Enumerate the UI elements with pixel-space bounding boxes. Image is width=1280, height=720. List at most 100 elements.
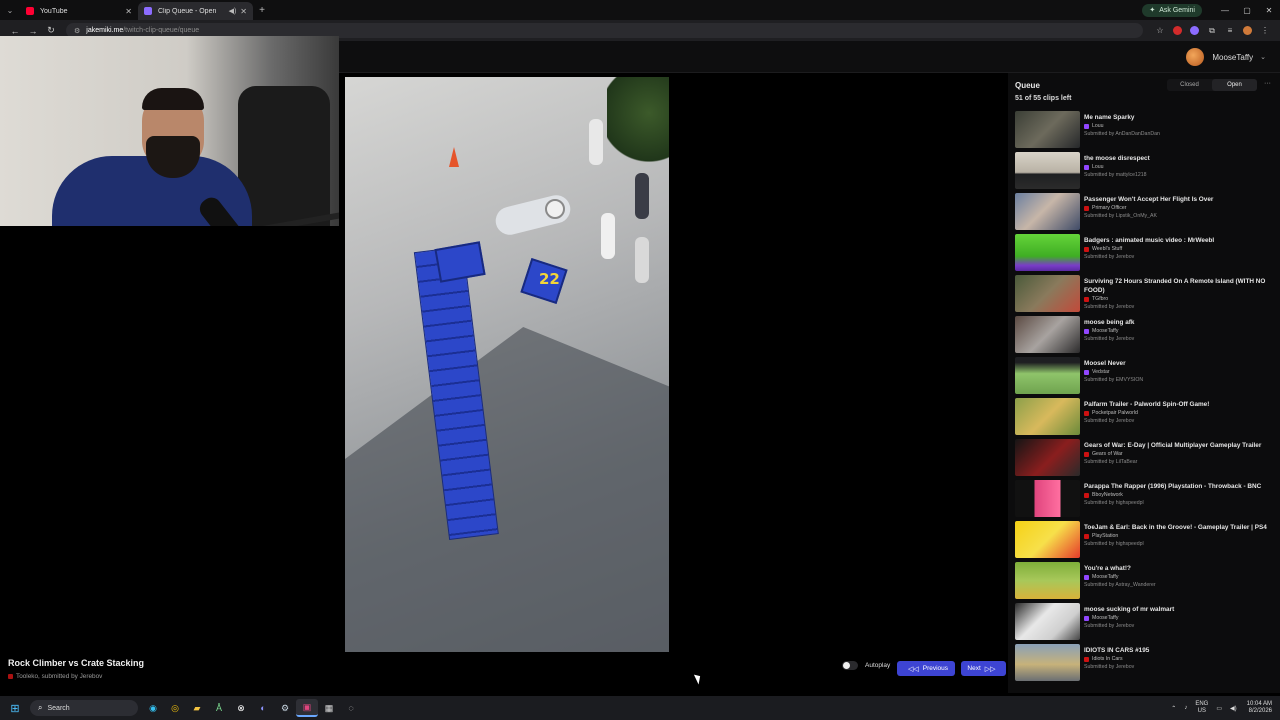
queue-item[interactable]: You're a what!? MooseTaffy Submitted by As…: [1015, 562, 1277, 603]
back-icon[interactable]: ←: [6, 26, 24, 36]
forward-icon[interactable]: →: [24, 26, 42, 36]
queue-item[interactable]: Me name Sparky Louu Submitted by AnDanDanD…: [1015, 111, 1277, 152]
platform-icon: [1084, 164, 1089, 170]
tray-overflow-icon[interactable]: ⌃: [1171, 705, 1176, 712]
media-controls-icon[interactable]: ≡: [1221, 26, 1239, 35]
clip-thumbnail[interactable]: [1015, 316, 1080, 353]
queue-item[interactable]: Moosel Never Vedstar Submitted by EMVYSION: [1015, 357, 1277, 398]
minimize-icon[interactable]: —: [1214, 6, 1236, 15]
queue-item[interactable]: Badgers : animated music video : MrWeebl…: [1015, 234, 1277, 275]
queue-item[interactable]: IDIOTS IN CARS #195 Idiots In Cars Submitt…: [1015, 644, 1277, 685]
clip-thumbnail[interactable]: [1015, 398, 1080, 435]
queue-item-channel: PlayStation: [1092, 533, 1119, 539]
clip-thumbnail[interactable]: [1015, 275, 1080, 312]
clip-title: Rock Climber vs Crate Stacking: [8, 658, 145, 668]
next-button[interactable]: Next ▷▷: [961, 661, 1006, 676]
clip-thumbnail[interactable]: [1015, 439, 1080, 476]
queue-item[interactable]: Parappa The Rapper (1996) Playstation - …: [1015, 480, 1277, 521]
app-a-icon[interactable]: Å: [208, 699, 230, 717]
queue-item-title: Parappa The Rapper (1996) Playstation - …: [1084, 483, 1262, 490]
tab-youtube[interactable]: YouTube ✕: [20, 2, 138, 20]
queue-item-channel: Idiots In Cars: [1092, 656, 1123, 662]
queue-item[interactable]: moose being afk MooseTaffy Submitted by Je…: [1015, 316, 1277, 357]
discord-icon[interactable]: ◐: [252, 699, 274, 717]
platform-icon: [1084, 615, 1089, 621]
network-icon[interactable]: ▭: [1216, 705, 1222, 712]
language-indicator[interactable]: ENG US: [1195, 701, 1208, 715]
toggle-open[interactable]: Open: [1212, 79, 1257, 91]
clip-thumbnail[interactable]: [1015, 521, 1080, 558]
site-info-icon[interactable]: ⚙: [74, 27, 80, 35]
clip-thumbnail[interactable]: [1015, 193, 1080, 230]
extensions-puzzle-icon[interactable]: ⧉: [1203, 26, 1221, 36]
clip-thumbnail[interactable]: [1015, 644, 1080, 681]
tab-search-icon[interactable]: ⌄: [0, 0, 20, 20]
queue-item[interactable]: Palfarm Trailer - Palworld Spin-Off Game…: [1015, 398, 1277, 439]
platform-icon: [1084, 328, 1089, 334]
file-explorer-icon[interactable]: ▰: [186, 699, 208, 717]
autoplay-control[interactable]: Autoplay: [842, 661, 890, 670]
more-options-icon[interactable]: ···: [1264, 80, 1271, 87]
clip-thumbnail[interactable]: [1015, 152, 1080, 189]
queue-item[interactable]: Passenger Won't Accept Her Flight Is Ove…: [1015, 193, 1277, 234]
queue-item-submitter: Submitted by Jerebov: [1084, 664, 1135, 670]
tab-clip-queue[interactable]: Clip Queue - Open ◀) ✕: [138, 2, 253, 20]
edge-icon[interactable]: ◉: [142, 699, 164, 717]
new-tab-button[interactable]: +: [253, 5, 271, 16]
clip-thumbnail[interactable]: [1015, 234, 1080, 271]
clip-thumbnail[interactable]: [1015, 357, 1080, 394]
reload-icon[interactable]: ↻: [42, 25, 60, 36]
extension-red-icon[interactable]: [1173, 26, 1182, 35]
bookmark-star-icon[interactable]: ☆: [1151, 26, 1169, 35]
maximize-icon[interactable]: ▢: [1236, 6, 1258, 15]
queue-list: Me name Sparky Louu Submitted by AnDanDanD…: [1015, 111, 1277, 685]
queue-item[interactable]: Surviving 72 Hours Stranded On A Remote …: [1015, 275, 1277, 316]
autoplay-toggle[interactable]: [842, 661, 858, 670]
speaker-icon[interactable]: ◀): [229, 7, 237, 15]
extension-purple-icon[interactable]: [1190, 26, 1199, 35]
toggle-closed[interactable]: Closed: [1167, 79, 1212, 91]
previous-button[interactable]: ◁◁ Previous: [897, 661, 955, 676]
queue-item-channel: MooseTaffy: [1092, 574, 1119, 580]
queue-item-title: moose being afk: [1084, 319, 1135, 326]
platform-icon: [1084, 410, 1089, 416]
clip-channel[interactable]: Tooleko: [16, 673, 38, 680]
url-host: jakemiki.me: [86, 27, 124, 34]
clip-thumbnail[interactable]: [1015, 562, 1080, 599]
previous-label: Previous: [922, 665, 949, 672]
tab-close-icon[interactable]: ✕: [125, 7, 132, 16]
active-app-icon[interactable]: ▣: [296, 699, 318, 717]
queue-item[interactable]: moose sucking of mr walmart MooseTaffy Sub…: [1015, 603, 1277, 644]
tab-close-icon[interactable]: ✕: [240, 7, 247, 16]
queue-item-submitter: Submitted by Lipstik_OnMy_AK: [1084, 213, 1157, 219]
queue-item-submitter: Submitted by EMVYSION: [1084, 377, 1144, 383]
profile-avatar-icon[interactable]: [1243, 26, 1252, 35]
chrome-icon[interactable]: ◎: [164, 699, 186, 717]
youtube-favicon-icon: [26, 7, 34, 15]
clock[interactable]: 10:04 AM 8/2/2026: [1247, 701, 1272, 715]
queue-item-submitter: Submitted by Jerebov: [1084, 254, 1135, 260]
username: MooseTaffy: [1212, 52, 1254, 62]
queue-item-title: Me name Sparky: [1084, 114, 1135, 121]
queue-item-submitter: Submitted by Jerebov: [1084, 304, 1135, 310]
queue-item-submitter: Submitted by Jerebov: [1084, 623, 1135, 629]
clip-thumbnail[interactable]: [1015, 603, 1080, 640]
steam-icon[interactable]: ⚙: [274, 699, 296, 717]
browser-menu-icon[interactable]: ⋮: [1256, 26, 1274, 35]
ask-gemini-button[interactable]: ✦ Ask Gemini: [1142, 3, 1202, 17]
obs-icon[interactable]: ◌: [340, 699, 362, 717]
queue-item[interactable]: ToeJam & Earl: Back in the Groove! - Gam…: [1015, 521, 1277, 562]
taskbar-search[interactable]: ⌕ Search: [30, 700, 138, 716]
queue-item[interactable]: the moose disrespect Louu Submitted by mat…: [1015, 152, 1277, 193]
windows-start-icon[interactable]: ⊞: [0, 702, 30, 715]
volume-icon[interactable]: ◀): [1230, 705, 1237, 712]
clip-thumbnail[interactable]: [1015, 111, 1080, 148]
calculator-icon[interactable]: ▦: [318, 699, 340, 717]
clip-thumbnail[interactable]: [1015, 480, 1080, 517]
user-menu[interactable]: MooseTaffy ⌄: [1186, 48, 1266, 66]
clip-video[interactable]: 22: [345, 77, 669, 652]
queue-item[interactable]: Gears of War: E-Day | Official Multiplay…: [1015, 439, 1277, 480]
xbox-icon[interactable]: ⊗: [230, 699, 252, 717]
microphone-icon[interactable]: ♪: [1184, 705, 1187, 711]
close-window-icon[interactable]: ✕: [1258, 6, 1280, 15]
